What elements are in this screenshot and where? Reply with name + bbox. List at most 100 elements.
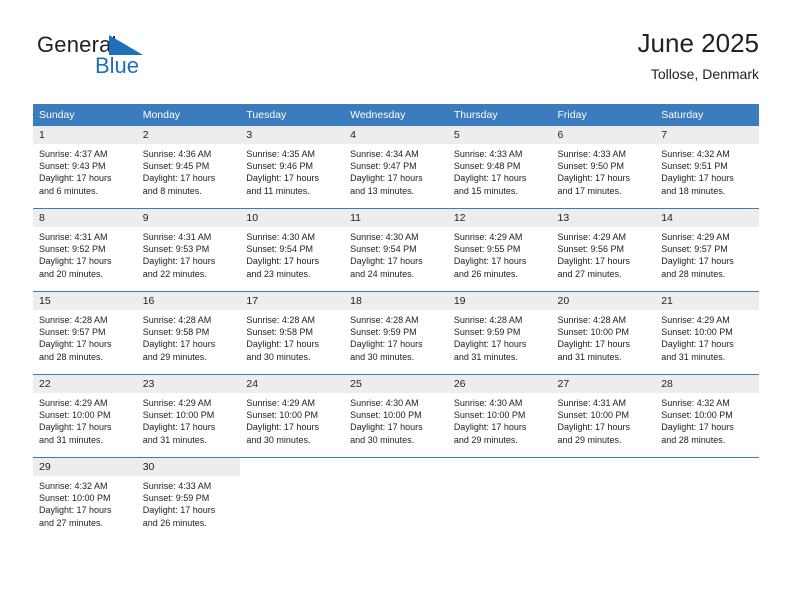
calendar-day-cell[interactable]: 12 Sunrise: 4:29 AM Sunset: 9:55 PM Dayligh…	[447, 208, 552, 292]
logo-text-blue: Blue	[95, 53, 140, 78]
general-blue-logo[interactable]: General Blue	[37, 32, 217, 90]
calendar-day-cell[interactable]: 24 Sunrise: 4:29 AM Sunset: 10:00 PM Daylig…	[240, 374, 345, 458]
sunrise-text: Sunrise: 4:33 AM	[453, 149, 523, 159]
day-number: 16	[136, 292, 241, 310]
day-number: 4	[344, 126, 448, 144]
calendar-day-cell[interactable]: 1 Sunrise: 4:37 AM Sunset: 9:43 PM Daylight…	[33, 126, 137, 209]
calendar-day-cell[interactable]: 16 Sunrise: 4:28 AM Sunset: 9:58 PM Dayligh…	[136, 291, 241, 375]
sunset-text: Sunset: 9:59 PM	[453, 327, 521, 338]
sunset-text: Sunset: 10:00 PM	[246, 410, 318, 421]
calendar-day-cell-empty	[447, 457, 552, 540]
page-title: June 2025	[637, 28, 759, 58]
day-details: Sunrise: 4:28 AM Sunset: 9:59 PM Daylight:…	[448, 310, 552, 363]
daylight-text-line1: Daylight: 17 hours	[557, 173, 631, 184]
daylight-text-line2: and 31 minutes.	[39, 434, 104, 445]
day-details: Sunrise: 4:28 AM Sunset: 9:58 PM Daylight:…	[137, 310, 241, 363]
calendar-day-cell-empty	[240, 457, 345, 540]
calendar-day-cell[interactable]: 19 Sunrise: 4:28 AM Sunset: 9:59 PM Dayligh…	[447, 291, 552, 375]
calendar-day-cell[interactable]: 22 Sunrise: 4:29 AM Sunset: 10:00 PM Daylig…	[33, 374, 137, 458]
sunrise-text: Sunrise: 4:36 AM	[142, 149, 212, 159]
calendar-day-cell[interactable]: 21 Sunrise: 4:29 AM Sunset: 10:00 PM Daylig…	[655, 291, 759, 375]
calendar-day-cell[interactable]: 23 Sunrise: 4:29 AM Sunset: 10:00 PM Daylig…	[136, 374, 241, 458]
calendar-header-row: Sunday Monday Tuesday Wednesday Thursday…	[33, 104, 759, 126]
calendar-day-cell[interactable]: 18 Sunrise: 4:28 AM Sunset: 9:59 PM Dayligh…	[344, 291, 448, 375]
day-details: Sunrise: 4:28 AM Sunset: 9:57 PM Daylight:…	[33, 310, 137, 363]
daylight-text-line1: Daylight: 17 hours	[350, 173, 423, 184]
daylight-text-line1: Daylight: 17 hours	[246, 422, 319, 433]
day-details: Sunrise: 4:30 AM Sunset: 9:54 PM Daylight:…	[240, 227, 344, 280]
calendar-day-cell[interactable]: 28 Sunrise: 4:32 AM Sunset: 10:00 PM Daylig…	[655, 374, 759, 458]
sunset-text: Sunset: 9:48 PM	[453, 161, 521, 172]
calendar-day-cell[interactable]: 6 Sunrise: 4:33 AM Sunset: 9:50 PM Daylight…	[551, 126, 656, 209]
daylight-text-line1: Daylight: 17 hours	[142, 422, 216, 433]
day-details: Sunrise: 4:29 AM Sunset: 10:00 PM Daylight…	[137, 393, 241, 446]
daylight-text-line2: and 13 minutes.	[350, 185, 415, 196]
calendar-day-cell[interactable]: 4 Sunrise: 4:34 AM Sunset: 9:47 PM Daylight…	[344, 126, 448, 209]
calendar-day-cell[interactable]: 29 Sunrise: 4:32 AM Sunset: 10:00 PM Daylig…	[33, 457, 137, 540]
calendar-day-cell[interactable]: 15 Sunrise: 4:28 AM Sunset: 9:57 PM Dayligh…	[33, 291, 137, 375]
calendar-day-cell[interactable]: 13 Sunrise: 4:29 AM Sunset: 9:56 PM Dayligh…	[551, 208, 656, 292]
sunrise-text: Sunrise: 4:30 AM	[350, 232, 419, 242]
day-details: Sunrise: 4:30 AM Sunset: 10:00 PM Daylight…	[448, 393, 552, 446]
sunset-text: Sunset: 9:55 PM	[453, 244, 521, 255]
calendar-day-cell[interactable]: 3 Sunrise: 4:35 AM Sunset: 9:46 PM Daylight…	[240, 126, 345, 209]
calendar-day-cell[interactable]: 25 Sunrise: 4:30 AM Sunset: 10:00 PM Daylig…	[344, 374, 448, 458]
calendar-body: 1 Sunrise: 4:37 AM Sunset: 9:43 PM Daylight…	[33, 126, 759, 540]
day-number: 14	[655, 209, 759, 227]
sunset-text: Sunset: 9:59 PM	[142, 493, 210, 504]
calendar-day-cell[interactable]: 10 Sunrise: 4:30 AM Sunset: 9:54 PM Dayligh…	[240, 208, 345, 292]
daylight-text-line2: and 30 minutes.	[350, 351, 415, 362]
calendar-day-cell[interactable]: 14 Sunrise: 4:29 AM Sunset: 9:57 PM Dayligh…	[655, 208, 759, 292]
day-number: 24	[240, 375, 345, 393]
calendar-day-cell[interactable]: 27 Sunrise: 4:31 AM Sunset: 10:00 PM Daylig…	[551, 374, 656, 458]
sunrise-text: Sunrise: 4:29 AM	[453, 232, 523, 242]
day-number: 20	[551, 292, 656, 310]
daylight-text-line1: Daylight: 17 hours	[39, 339, 112, 350]
calendar-day-cell[interactable]: 2 Sunrise: 4:36 AM Sunset: 9:45 PM Daylight…	[136, 126, 241, 209]
daylight-text-line2: and 31 minutes.	[142, 434, 207, 445]
daylight-text-line1: Daylight: 17 hours	[350, 256, 423, 267]
sunset-text: Sunset: 9:45 PM	[142, 161, 210, 172]
calendar-day-cell[interactable]: 26 Sunrise: 4:30 AM Sunset: 10:00 PM Daylig…	[447, 374, 552, 458]
daylight-text-line1: Daylight: 17 hours	[453, 422, 527, 433]
day-number: 27	[551, 375, 656, 393]
daylight-text-line2: and 18 minutes.	[661, 185, 726, 196]
calendar-day-cell[interactable]: 30 Sunrise: 4:33 AM Sunset: 9:59 PM Dayligh…	[136, 457, 241, 540]
sunset-text: Sunset: 10:00 PM	[557, 327, 630, 338]
daylight-text-line2: and 23 minutes.	[246, 268, 311, 279]
day-number: 26	[447, 375, 552, 393]
weekday-header-monday: Monday	[136, 104, 241, 126]
daylight-text-line1: Daylight: 17 hours	[661, 422, 734, 433]
calendar-day-cell[interactable]: 9 Sunrise: 4:31 AM Sunset: 9:53 PM Daylight…	[136, 208, 241, 292]
title-block: June 2025 Tollose, Denmark	[638, 26, 759, 84]
calendar-day-cell[interactable]: 8 Sunrise: 4:31 AM Sunset: 9:52 PM Daylight…	[33, 208, 137, 292]
calendar-day-cell-empty	[551, 457, 656, 540]
calendar-day-cell-empty	[344, 457, 448, 540]
day-details: Sunrise: 4:31 AM Sunset: 10:00 PM Daylight…	[552, 393, 656, 446]
day-details: Sunrise: 4:33 AM Sunset: 9:50 PM Daylight:…	[552, 144, 656, 197]
sunset-text: Sunset: 10:00 PM	[39, 410, 111, 421]
calendar-day-cell[interactable]: 11 Sunrise: 4:30 AM Sunset: 9:54 PM Dayligh…	[344, 208, 448, 292]
day-details: Sunrise: 4:28 AM Sunset: 10:00 PM Daylight…	[552, 310, 656, 363]
daylight-text-line2: and 31 minutes.	[453, 351, 518, 362]
day-details: Sunrise: 4:32 AM Sunset: 10:00 PM Daylight…	[655, 393, 759, 446]
sunset-text: Sunset: 9:52 PM	[39, 244, 106, 255]
daylight-text-line2: and 26 minutes.	[453, 268, 518, 279]
daylight-text-line1: Daylight: 17 hours	[661, 339, 734, 350]
day-details: Sunrise: 4:29 AM Sunset: 10:00 PM Daylight…	[655, 310, 759, 363]
sunrise-text: Sunrise: 4:32 AM	[661, 398, 730, 408]
calendar-day-cell[interactable]: 7 Sunrise: 4:32 AM Sunset: 9:51 PM Daylight…	[655, 126, 759, 209]
calendar-day-cell[interactable]: 20 Sunrise: 4:28 AM Sunset: 10:00 PM Daylig…	[551, 291, 656, 375]
calendar-day-cell[interactable]: 5 Sunrise: 4:33 AM Sunset: 9:48 PM Daylight…	[447, 126, 552, 209]
daylight-text-line1: Daylight: 17 hours	[142, 173, 216, 184]
calendar-day-cell[interactable]: 17 Sunrise: 4:28 AM Sunset: 9:58 PM Dayligh…	[240, 291, 345, 375]
day-number: 8	[33, 209, 137, 227]
day-number: 6	[551, 126, 656, 144]
calendar-week-row: 22 Sunrise: 4:29 AM Sunset: 10:00 PM Daylig…	[33, 374, 759, 458]
day-details: Sunrise: 4:31 AM Sunset: 9:52 PM Daylight:…	[33, 227, 137, 280]
weekday-header-thursday: Thursday	[447, 104, 552, 126]
daylight-text-line1: Daylight: 17 hours	[39, 422, 112, 433]
daylight-text-line1: Daylight: 17 hours	[661, 173, 734, 184]
sunrise-text: Sunrise: 4:31 AM	[557, 398, 627, 408]
day-number: 25	[344, 375, 448, 393]
